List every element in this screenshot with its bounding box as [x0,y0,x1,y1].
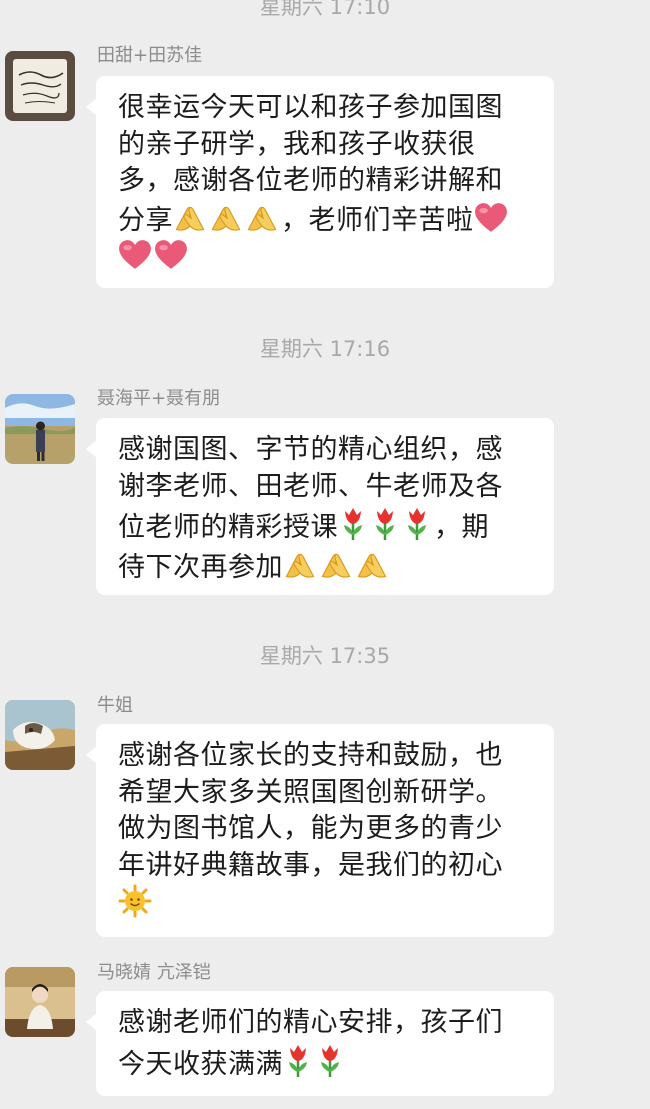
message-text-line: 年讲好典籍故事，是我们的初心 [118,849,503,881]
message-text-line: 做为图书馆人，能为更多的青少 [118,813,503,844]
message-text-line: 感谢老师们的精心安排，孩子们 [118,1007,503,1038]
message-text-line: 感谢各位家长的支持和鼓励，也 [118,740,503,771]
message-text-line: 希望大家多关照国图创新研学。 [118,776,503,808]
message-text-line: 待下次再参加 [118,547,538,587]
tulip-icon [283,1042,313,1078]
folded-hands-icon [355,547,389,581]
folded-hands-icon [283,547,317,581]
message-bubble[interactable]: 感谢老师们的精心安排，孩子们 今天收获满满 [86,991,554,1096]
avatar[interactable] [5,700,75,770]
message-text-line: 位老师的精彩授课 ，期 [118,505,538,547]
avatar[interactable] [5,51,75,121]
sender-name: 牛姐 [97,695,133,716]
message-bubble[interactable]: 感谢国图、字节的精心组织，感 谢李老师、田老师、牛老师及各 位老师的精彩授课 ，期… [86,418,554,595]
heart-icon [154,239,188,271]
timestamp: 星期六 17:16 [259,337,391,361]
timestamp: 星期六 17:10 [259,0,391,19]
folded-hands-icon [173,200,207,234]
folded-hands-icon [319,547,353,581]
sender-name: 田甜+田苏佳 [97,45,203,66]
sun-face-icon [118,884,152,918]
avatar[interactable] [5,394,75,464]
tulip-icon [402,505,432,541]
tulip-icon [338,505,368,541]
message-bubble[interactable]: 很幸运今天可以和孩子参加国图 的亲子研学，我和孩子收获很 多，感谢各位老师的精彩… [86,76,554,288]
message-text-line: 今天收获满满 [118,1042,538,1084]
sender-name: 聂海平+聂有朋 [97,388,221,409]
message-text-line: 很幸运今天可以和孩子参加国图 [118,92,503,123]
folded-hands-icon [209,200,243,234]
message-bubble[interactable]: 感谢各位家长的支持和鼓励，也 希望大家多关照国图创新研学。 做为图书馆人，能为更… [86,724,554,937]
tulip-icon [370,505,400,541]
heart-icon [474,202,508,234]
heart-icon [118,239,152,271]
tulip-icon [315,1042,345,1078]
message-text-line: 谢李老师、田老师、牛老师及各 [118,470,503,502]
avatar[interactable] [5,967,75,1037]
message-text-line: 分享 ，老师们辛苦啦 [118,200,538,240]
message-text-line: 的亲子研学，我和孩子收获很 [118,128,476,160]
message-text-line [118,884,538,924]
message-text-line: 多，感谢各位老师的精彩讲解和 [118,165,503,196]
sender-name: 马晓婧 亢泽铠 [97,962,211,983]
timestamp: 星期六 17:35 [259,644,391,668]
message-text-line: 感谢国图、字节的精心组织，感 [118,434,503,465]
message-text-line [118,239,538,277]
folded-hands-icon [245,200,279,234]
